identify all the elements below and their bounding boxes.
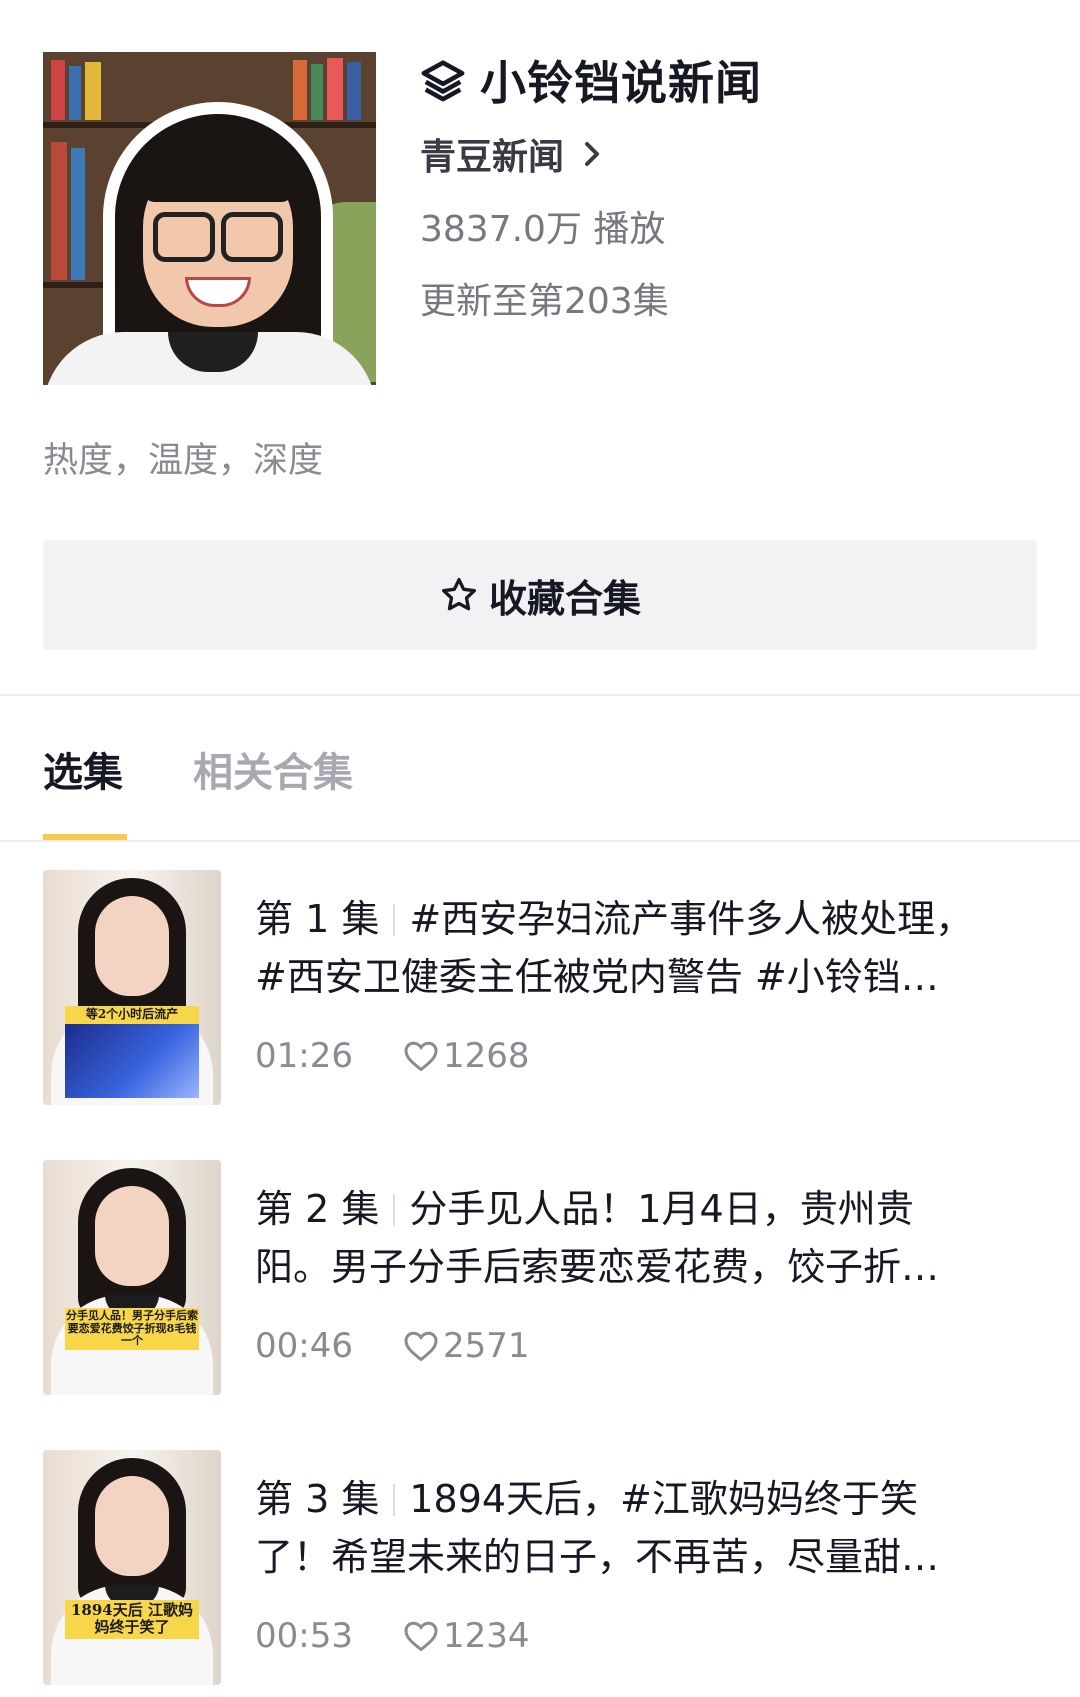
tab-episodes[interactable]: 选集: [43, 740, 123, 840]
episode-title-line2: #西安卫健委主任被党内警告 #小铃铛…: [255, 955, 939, 999]
episode-thumbnail: 1894天后 江歌妈妈终于笑了: [43, 1450, 221, 1685]
episode-number: 第 1 集: [255, 897, 380, 941]
episode-duration: 01:26: [255, 1036, 353, 1076]
episode-item[interactable]: 分手见人品！男子分手后索要恋爱花费饺子折现8毛钱一个 第 2 集分手见人品！1月…: [0, 1160, 1080, 1395]
episode-thumbnail: 等2个小时后流产: [43, 870, 221, 1105]
episode-number: 第 3 集: [255, 1477, 380, 1521]
episode-meta: 00:46 2571: [255, 1326, 530, 1366]
episode-title: 第 1 集 #西安孕妇流产事件多人被处理， #西安卫健委主任被党内警告 #小铃铛…: [255, 890, 1015, 1006]
thumbnail-caption: 分手见人品！男子分手后索要恋爱花费饺子折现8毛钱一个: [65, 1308, 199, 1350]
episode-duration: 00:53: [255, 1616, 353, 1656]
thumbnail-caption: 1894天后 江歌妈妈终于笑了: [65, 1600, 199, 1639]
episode-title-line1: 1894天后，#江歌妈妈终于笑: [409, 1477, 918, 1521]
favorite-label: 收藏合集: [488, 576, 641, 621]
favorite-collection-button[interactable]: 收藏合集: [43, 540, 1037, 650]
episode-title-line2: 阳。男子分手后索要恋爱花费，饺子折…: [255, 1245, 940, 1289]
tab-bar: 选集 相关合集: [0, 740, 1080, 842]
episode-thumbnail: 分手见人品！男子分手后索要恋爱花费饺子折现8毛钱一个: [43, 1160, 221, 1395]
section-divider: [0, 694, 1080, 696]
episode-title: 第 2 集分手见人品！1月4日，贵州贵 阳。男子分手后索要恋爱花费，饺子折…: [255, 1180, 1015, 1296]
heart-icon: [404, 1331, 438, 1362]
star-icon: [441, 578, 476, 611]
episode-item[interactable]: 等2个小时后流产 第 1 集 #西安孕妇流产事件多人被处理， #西安卫健委主任被党…: [0, 870, 1080, 1105]
collection-title-row: 小铃铛说新闻: [420, 50, 762, 110]
episode-title-line1: 分手见人品！1月4日，贵州贵: [409, 1187, 914, 1231]
collection-description: 热度，温度，深度: [43, 441, 324, 481]
tab-related-collections[interactable]: 相关合集: [193, 740, 353, 840]
author-name: 青豆新闻: [420, 137, 565, 178]
play-count: 3837.0万 播放: [420, 209, 666, 250]
episode-meta: 01:26 1268: [255, 1036, 530, 1076]
collection-title: 小铃铛说新闻: [480, 56, 762, 110]
episode-likes: 1234: [403, 1616, 530, 1656]
author-link[interactable]: 青豆新闻: [420, 128, 604, 180]
update-status: 更新至第203集: [420, 281, 669, 322]
like-count: 1268: [442, 1036, 530, 1076]
episode-likes: 1268: [403, 1036, 530, 1076]
episode-title-line1: #西安孕妇流产事件多人被处理，: [409, 897, 974, 941]
episode-number: 第 2 集: [255, 1187, 380, 1231]
collection-cover-image: [43, 52, 376, 385]
like-count: 2571: [442, 1326, 530, 1366]
episode-title-line2: 了！希望未来的日子，不再苦，尽量甜…: [255, 1535, 940, 1579]
episode-likes: 2571: [403, 1326, 530, 1366]
layers-icon: [421, 60, 465, 102]
episode-item[interactable]: 1894天后 江歌妈妈终于笑了 第 3 集 1894天后，#江歌妈妈终于笑 了！希…: [0, 1450, 1080, 1685]
tab-bar-border: [0, 840, 1080, 842]
collection-header: 小铃铛说新闻 青豆新闻 3837.0万 播放 更新至第203集 热度，温度，深度…: [0, 0, 1080, 700]
episode-duration: 00:46: [255, 1326, 353, 1366]
heart-icon: [404, 1041, 438, 1072]
episode-meta: 00:53 1234: [255, 1616, 530, 1656]
chevron-right-icon: [585, 142, 600, 166]
like-count: 1234: [442, 1616, 530, 1656]
heart-icon: [404, 1621, 438, 1652]
thumbnail-caption: 等2个小时后流产: [65, 1006, 199, 1024]
episode-title: 第 3 集 1894天后，#江歌妈妈终于笑 了！希望未来的日子，不再苦，尽量甜…: [255, 1470, 1015, 1586]
